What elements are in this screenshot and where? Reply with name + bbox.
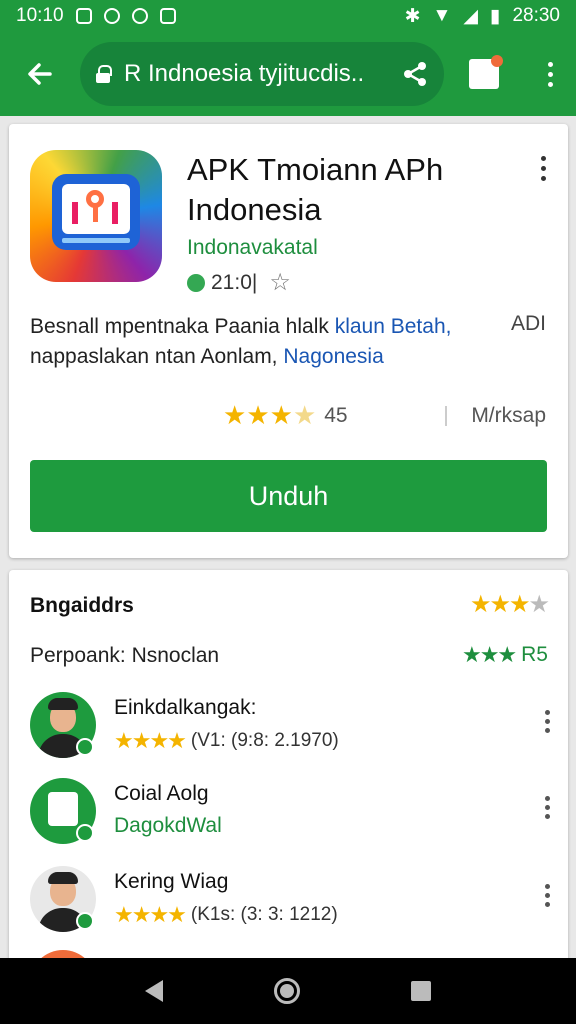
divider (445, 406, 447, 426)
review-meta: ★★★★ (V1: (9:8: 2.1970) (114, 728, 339, 754)
overflow-menu-icon[interactable] (545, 796, 550, 819)
star-icon: ★★★★ (114, 728, 187, 753)
lock-icon (96, 65, 112, 83)
reviews-score: ★★★ R5 (462, 642, 548, 668)
back-arrow-icon[interactable] (0, 32, 80, 116)
reviewer-name: Einkdalkangak: (114, 696, 257, 719)
app-icon[interactable] (30, 150, 162, 282)
verified-badge-icon (76, 738, 94, 756)
url-bar[interactable]: R Indnoesia tyjitucdis.. (80, 42, 444, 106)
mini-rating-value: 21:0| (211, 270, 258, 294)
star-outline-icon[interactable]: ☆ (269, 268, 291, 297)
reviews-title: Bngaiddrs (30, 594, 134, 617)
star-icon: ★ (223, 400, 247, 430)
verified-badge-icon (76, 824, 94, 842)
overflow-menu-icon[interactable] (524, 61, 576, 87)
review-item[interactable]: Einkdalkangak: ★★★★ (V1: (9:8: 2.1970) (30, 692, 550, 762)
overflow-menu-icon[interactable] (545, 884, 550, 907)
verified-badge-icon (76, 912, 94, 930)
rating-score: 45 (324, 403, 348, 427)
review-item[interactable]: Coial Aolg DagokdWal (30, 778, 550, 848)
overflow-menu-icon[interactable] (541, 156, 546, 181)
status-bar: 10:10 ✱ ▼ ◢ ▮ 28:30 (0, 0, 576, 32)
notification-icon (75, 8, 92, 24)
browser-toolbar: R Indnoesia tyjitucdis.. (0, 32, 576, 116)
status-clock: 28:30 (512, 5, 560, 26)
download-button[interactable]: Unduh (30, 460, 547, 532)
rating-stars: ★ ★ ★ ★ 45 (223, 400, 348, 431)
verified-icon (187, 273, 205, 292)
reviews-score-value: R5 (521, 643, 548, 666)
bluetooth-icon: ✱ (404, 5, 421, 27)
url-text: R Indnoesia tyjitucdis.. (124, 60, 365, 87)
star-icon: ★ (469, 591, 491, 618)
system-nav-bar (0, 958, 576, 1024)
description-link[interactable]: klaun Betah, (335, 315, 452, 338)
star-icon: ★ (508, 591, 530, 618)
star-icon: ★ (489, 591, 510, 618)
notification-icon (159, 8, 176, 24)
battery-icon: ▮ (489, 5, 501, 27)
nav-back-icon[interactable] (145, 980, 164, 1002)
signal-icon: ◢ (463, 5, 478, 27)
reviewer-name: Kering Wiag (114, 870, 229, 893)
tab-switcher-button[interactable] (444, 55, 524, 89)
review-meta-text: (V1: (9:8: 2.1970) (190, 730, 339, 751)
tab-switcher-icon (469, 55, 503, 89)
reviews-subtitle: Perpoank: Nsnoclan (30, 644, 220, 667)
app-title: APK Tmoiann APh Indonesia (187, 152, 444, 227)
overflow-menu-icon[interactable] (545, 710, 550, 733)
review-meta: ★★★★ (K1s: (3: 3: 1212) (114, 902, 338, 928)
nav-home-icon[interactable] (273, 978, 300, 1004)
mini-rating: 21:0| ☆ (187, 268, 291, 297)
description-text: nappaslakan ntan Aonlam, (30, 345, 284, 368)
status-time: 10:10 (16, 5, 64, 26)
wifi-icon: ▼ (432, 5, 452, 26)
notification-icon (131, 8, 148, 24)
notification-icon (103, 8, 120, 24)
star-icon: ★ (246, 400, 270, 430)
review-meta: DagokdWal (114, 814, 222, 837)
reviews-card: Bngaiddrs ★★★★ Perpoank: Nsnoclan ★★★ R5… (9, 570, 568, 990)
review-item[interactable]: Kering Wiag ★★★★ (K1s: (3: 3: 1212) (30, 866, 550, 936)
star-icon: ★★★★ (114, 902, 187, 927)
description-link[interactable]: Nagonesia (283, 345, 383, 368)
description-aside: ADI (510, 312, 546, 335)
app-card: APK Tmoiann APh Indonesia Indonavakatal … (9, 124, 568, 558)
star-icon: ★ (528, 591, 549, 618)
app-description: Besnall mpentnaka Paania hlalk klaun Bet… (30, 312, 560, 372)
share-icon[interactable] (400, 59, 430, 89)
star-icon: ★ (269, 400, 293, 430)
reviewer-name: Coial Aolg (114, 782, 209, 805)
installs-label: M/rksap (471, 404, 546, 427)
reviews-stars: ★★★★ (469, 590, 550, 619)
description-text: Besnall mpentnaka Paania hlalk (30, 315, 335, 338)
star-icon: ★★★ (461, 642, 517, 667)
star-icon: ★ (292, 400, 317, 430)
developer-link[interactable]: Indonavakatal (187, 236, 318, 260)
nav-recents-icon[interactable] (410, 981, 431, 1001)
review-meta-text: (K1s: (3: 3: 1212) (190, 904, 338, 925)
